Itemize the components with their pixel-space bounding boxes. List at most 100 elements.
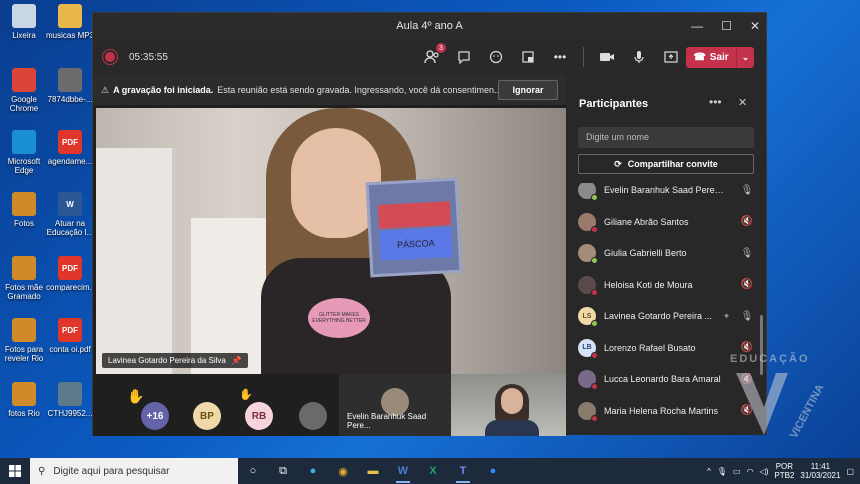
desktop-icon[interactable]: Fotos mãe Gramado [0, 256, 48, 301]
taskbar-teams[interactable]: T [448, 458, 478, 484]
participant-avatar [578, 401, 598, 422]
more-actions-button[interactable]: ••• [551, 48, 569, 66]
main-video[interactable]: GLITTER MAKES EVERYTHING BETTER PÁSCOA L… [96, 108, 566, 374]
more-participants-badge[interactable]: +16 [141, 402, 169, 430]
taskbar-zoom[interactable]: ● [478, 458, 508, 484]
participant-search-input[interactable]: Digite um nome [578, 127, 754, 148]
taskbar-explorer[interactable]: ▬ [358, 458, 388, 484]
panel-close-icon[interactable]: ✕ [738, 96, 747, 109]
image-icon [58, 68, 82, 92]
participant-name: Evelin Baranhuk Saad Pereira [604, 185, 724, 195]
desktop-icon[interactable]: 7874dbbe-... [46, 68, 94, 104]
clock[interactable]: 11:41 31/03/2021 [800, 462, 840, 480]
meeting-timer: 05:35:55 [129, 51, 168, 63]
desktop-icon[interactable]: Microsoft Edge [0, 130, 48, 175]
taskbar-excel[interactable]: X [418, 458, 448, 484]
volume-icon[interactable]: ◁) [760, 467, 769, 476]
ignore-button[interactable]: Ignorar [498, 80, 558, 100]
leave-button[interactable]: ☎ Sair ⌄ [686, 47, 754, 68]
microphone-muted-icon[interactable]: 🔇 [740, 342, 754, 353]
self-video-tile[interactable] [451, 374, 566, 436]
chrome-icon: ◉ [338, 465, 348, 478]
chat-button[interactable] [455, 48, 473, 66]
desktop-icon[interactable]: CTHJ9952... [46, 382, 94, 418]
participant-row[interactable]: LB Lorenzo Rafael Busato 🔇 [578, 333, 754, 363]
battery-icon[interactable]: ▭ [733, 467, 741, 476]
taskbar-edge[interactable]: ● [298, 458, 328, 484]
participant-row[interactable]: Lucca Leonardo Bara Amaral🔇 [578, 364, 754, 394]
microphone-icon [634, 51, 644, 63]
network-icon[interactable]: ◠ [747, 467, 754, 476]
more-icon: ••• [553, 50, 567, 64]
share-invite-button[interactable]: ⟳ Compartilhar convite [578, 154, 754, 174]
desktop-icon-label: 7874dbbe-... [47, 95, 93, 104]
language-indicator[interactable]: POR PTB2 [774, 462, 794, 480]
minimize-icon[interactable]: — [691, 19, 703, 33]
participants-button[interactable]: 3 [423, 43, 446, 66]
microphone-icon[interactable]: 🎙 [740, 311, 754, 322]
desktop-icon-label: musicas MP3 [46, 31, 95, 40]
rooms-button[interactable] [519, 48, 537, 66]
desktop-icon[interactable]: fotos Rio [0, 382, 48, 418]
microphone-icon[interactable]: 🎙 [740, 248, 754, 259]
desktop-icon[interactable]: PDF agendame... [46, 130, 94, 166]
avatar-photo[interactable] [299, 402, 327, 430]
desktop-icon[interactable]: PDF conta oi.pdf [46, 318, 94, 354]
notifications-icon[interactable]: ▢ [846, 467, 854, 476]
participant-row[interactable]: Maria Helena Rocha Martins 🔇 [578, 396, 754, 426]
desktop-icon[interactable]: W Atuar na Educação I... [46, 192, 94, 237]
desktop-icon[interactable]: Google Chrome [0, 68, 48, 113]
desktop-icon[interactable]: Lixeira [0, 4, 48, 40]
cortana-button[interactable]: ○ [238, 458, 268, 484]
participant-row[interactable]: Giliane Abrão Santos 🔇 [578, 207, 754, 237]
reactions-button[interactable] [487, 48, 505, 66]
pin-icon[interactable]: ⌖ [724, 311, 729, 322]
desktop-icon[interactable]: musicas MP3 [46, 4, 94, 40]
share-screen-icon [664, 51, 678, 63]
microphone-button[interactable] [630, 48, 648, 66]
shirt-print: GLITTER MAKES EVERYTHING BETTER [308, 298, 370, 338]
task-view-button[interactable]: ⧉ [268, 458, 298, 484]
desktop-icon[interactable]: Fotos para reveler Rio [0, 318, 48, 363]
speaker-name-tag: Lavinea Gotardo Pereira da Silva 📌 [102, 353, 248, 368]
mic-tray-icon[interactable]: 🎙 [717, 467, 727, 476]
leave-options-dropdown[interactable]: ⌄ [736, 47, 754, 68]
banner-bold-text: A gravação foi iniciada. [113, 85, 214, 95]
chat-icon [458, 51, 470, 64]
panel-more-icon[interactable]: ••• [709, 95, 722, 109]
share-screen-button[interactable] [662, 48, 680, 66]
avatar-bp[interactable]: BP [193, 402, 221, 430]
leave-label: Sair [709, 52, 729, 63]
taskbar-chrome[interactable]: ◉ [328, 458, 358, 484]
taskbar-word[interactable]: W [388, 458, 418, 484]
maximize-icon[interactable]: ☐ [721, 19, 732, 33]
task-view-icon: ⧉ [279, 464, 287, 477]
photos-icon [12, 256, 36, 280]
pin-icon: 📌 [231, 356, 242, 365]
microphone-muted-icon[interactable]: 🔇 [740, 279, 754, 290]
desktop-icon[interactable]: PDF comparecim... [46, 256, 96, 292]
excel-icon: X [429, 465, 437, 477]
desktop-icon-label: CTHJ9952... [47, 409, 93, 418]
start-button[interactable] [0, 458, 30, 484]
camera-button[interactable] [598, 48, 616, 66]
microphone-muted-icon[interactable]: 🔇 [740, 216, 754, 227]
pdf-icon: PDF [58, 256, 82, 280]
participant-tile-evelin[interactable]: Evelin Baranhuk Saad Pere... [339, 374, 451, 436]
microphone-icon[interactable]: 🎙 [740, 185, 754, 196]
presence-status-icon [591, 194, 598, 201]
watermark-logo: EDUCAÇÃO VICENTINA [730, 353, 830, 443]
circle-icon: ○ [249, 465, 257, 477]
desktop-icon[interactable]: Fotos [0, 192, 48, 228]
close-icon[interactable]: ✕ [750, 19, 760, 33]
participant-row[interactable]: Evelin Baranhuk Saad Pereira 🎙 [578, 183, 754, 205]
participant-row[interactable]: Heloisa Koti de Moura 🔇 [578, 270, 754, 300]
show-hidden-icons[interactable]: ^ [707, 467, 711, 476]
participant-name: Lucca Leonardo Bara Amaral [604, 374, 721, 384]
avatar-rb[interactable]: RB [245, 402, 273, 430]
participant-row[interactable]: Giulia Gabrielli Berto 🎙 [578, 238, 754, 268]
participant-row[interactable]: LS Lavinea Gotardo Pereira ... ⌖ 🎙 [578, 301, 754, 331]
taskbar-search-input[interactable]: ⚲ Digite aqui para pesquisar [30, 458, 238, 484]
photos-icon [12, 192, 36, 216]
speaker-name: Lavinea Gotardo Pereira da Silva [108, 356, 226, 365]
